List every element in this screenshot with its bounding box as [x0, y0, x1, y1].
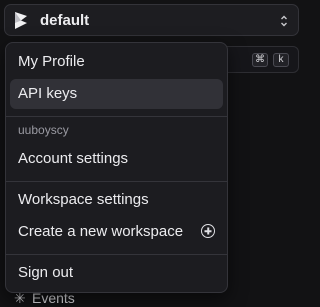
menu-item-sign-out[interactable]: Sign out	[10, 258, 223, 288]
menu-item-my-profile[interactable]: My Profile	[10, 47, 223, 77]
search-field[interactable]: ⌘ k	[220, 46, 299, 73]
chevron-up-down-icon	[281, 15, 287, 27]
menu-item-create-workspace[interactable]: Create a new workspace	[10, 217, 223, 247]
username-label: uuboyscy	[18, 123, 69, 137]
menu-divider	[6, 116, 227, 117]
menu-item-label: Account settings	[18, 150, 129, 167]
menu-divider	[6, 254, 227, 255]
account-dropdown-menu: My Profile API keys uuboyscy Account set…	[5, 42, 228, 293]
menu-item-label: API keys	[18, 85, 78, 102]
shortcut-cmd-key: ⌘	[252, 53, 268, 67]
menu-item-label: Workspace settings	[18, 191, 149, 208]
workspace-name: default	[40, 12, 90, 29]
menu-divider	[6, 181, 227, 182]
menu-item-label: Sign out	[18, 264, 74, 281]
plus-circle-icon	[201, 224, 215, 238]
menu-item-label: My Profile	[18, 53, 85, 70]
shortcut-k-key: k	[273, 53, 289, 67]
menu-item-api-keys[interactable]: API keys	[10, 79, 223, 109]
menu-item-workspace-settings[interactable]: Workspace settings	[10, 185, 223, 215]
menu-item-account-settings[interactable]: Account settings	[10, 144, 223, 174]
menu-item-label: Create a new workspace	[18, 223, 184, 240]
prefect-logo-icon	[15, 12, 27, 29]
workspace-switcher[interactable]: default	[4, 4, 299, 36]
